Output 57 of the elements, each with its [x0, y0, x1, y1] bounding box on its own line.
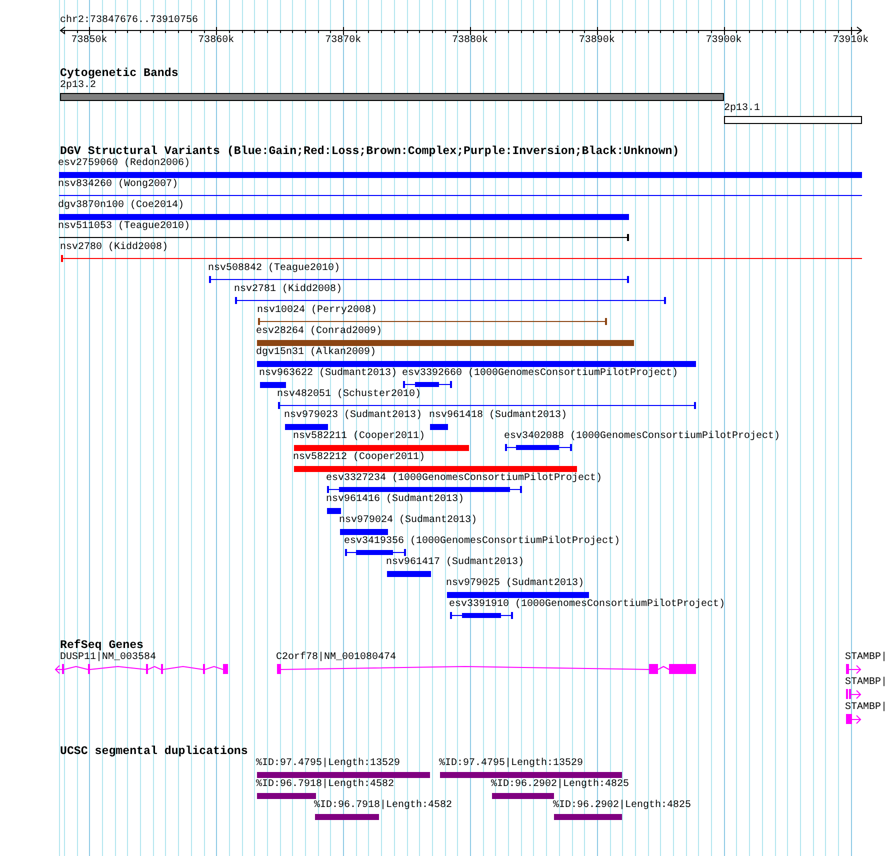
variant-label: dgv15n31 (Alkan2009) — [256, 347, 376, 359]
variant-label: nsv979024 (Sudmant2013) — [339, 515, 478, 527]
ruler-tick-label: 73890k — [578, 35, 615, 46]
ruler-tick-label: 73870k — [325, 35, 362, 46]
variant-label: nsv482051 (Schuster2010) — [277, 389, 422, 401]
variant-label: nsv979025 (Sudmant2013) — [446, 578, 584, 590]
track-title: Cytogenetic Bands — [60, 68, 178, 80]
coordinate-range-label: chr2:73847676..73910756 — [60, 15, 198, 26]
variant-label: nsv2780 (Kidd2008) — [60, 242, 168, 254]
duplication-label: %ID:97.4795|Length:13529 — [256, 758, 400, 770]
variant-label: esv2759060 (Redon2006) — [58, 158, 190, 170]
gene-label: STAMBP| — [845, 677, 888, 689]
duplication-bar — [554, 814, 622, 820]
ruler-tick-label: 73880k — [452, 35, 488, 46]
track-title: DGV Structural Variants (Blue:Gain;Red:Loss;Brown:Complex;Purple:Inversion;Black:Unknown) — [60, 146, 680, 158]
duplication-label: %ID:96.7918|Length:4582 — [314, 800, 452, 812]
band-label: 2p13.1 — [724, 103, 760, 115]
variant-label: nsv961418 (Sudmant2013) — [429, 410, 568, 422]
duplication-bar — [492, 793, 554, 799]
variant-label: nsv508842 (Teague2010) — [208, 263, 340, 275]
variant-label: nsv511053 (Teague2010) — [58, 221, 190, 233]
variant-label: esv3392660 (1000GenomesConsortiumPilotProject) — [402, 368, 678, 380]
variant-label: nsv963622 (Sudmant2013) — [259, 368, 398, 380]
variant-label: nsv834260 (Wong2007) — [58, 179, 178, 191]
ruler-tick-label: 73900k — [706, 35, 742, 46]
duplication-label: %ID:96.2902|Length:4825 — [491, 779, 630, 791]
variant-label: esv3327234 (1000GenomesConsortiumPilotProject) — [326, 473, 602, 485]
duplication-bar — [257, 793, 316, 799]
variant-label: esv28264 (Conrad2009) — [256, 326, 382, 338]
band-label: 2p13.2 — [60, 80, 96, 92]
variant-label: esv3391910 (1000GenomesConsortiumPilotProject) — [449, 599, 726, 611]
variant-label: nsv961417 (Sudmant2013) — [386, 557, 524, 569]
ruler-tick-label: 73910k — [832, 35, 869, 46]
duplication-label: %ID:96.7918|Length:4582 — [256, 779, 394, 791]
track-title: RefSeq Genes — [60, 640, 144, 652]
ruler-tick-label: 73850k — [71, 35, 108, 46]
gene-model-drawing — [846, 689, 861, 699]
duplication-label: %ID:96.2902|Length:4825 — [553, 800, 692, 812]
variant-label: nsv979023 (Sudmant2013) — [284, 410, 422, 422]
track-title: UCSC segmental duplications — [60, 746, 248, 758]
duplication-bar — [315, 814, 379, 820]
variant-label: nsv10024 (Perry2008) — [257, 305, 378, 317]
gene-label: C2orf78|NM_001080474 — [276, 652, 396, 664]
variant-label: nsv582212 (Cooper2011) — [293, 452, 426, 464]
variant-label: nsv961416 (Sudmant2013) — [326, 494, 464, 506]
variant-label: nsv2781 (Kidd2008) — [234, 284, 342, 296]
gene-model-drawing — [846, 714, 861, 724]
variant-label: nsv582211 (Cooper2011) — [293, 431, 426, 443]
variant-label: esv3419356 (1000GenomesConsortiumPilotProject) — [344, 536, 620, 548]
ruler-tick-label: 73860k — [198, 35, 234, 46]
variant-label: esv3402088 (1000GenomesConsortiumPilotProject) — [504, 431, 780, 443]
gene-label: STAMBP| — [845, 652, 888, 664]
variant-label: dgv3870n100 (Coe2014) — [58, 200, 184, 212]
gene-label: DUSP11|NM_003584 — [60, 652, 156, 664]
gene-label: STAMBP| — [845, 702, 888, 714]
duplication-label: %ID:97.4795|Length:13529 — [439, 758, 584, 770]
gene-model-drawing — [846, 664, 861, 674]
